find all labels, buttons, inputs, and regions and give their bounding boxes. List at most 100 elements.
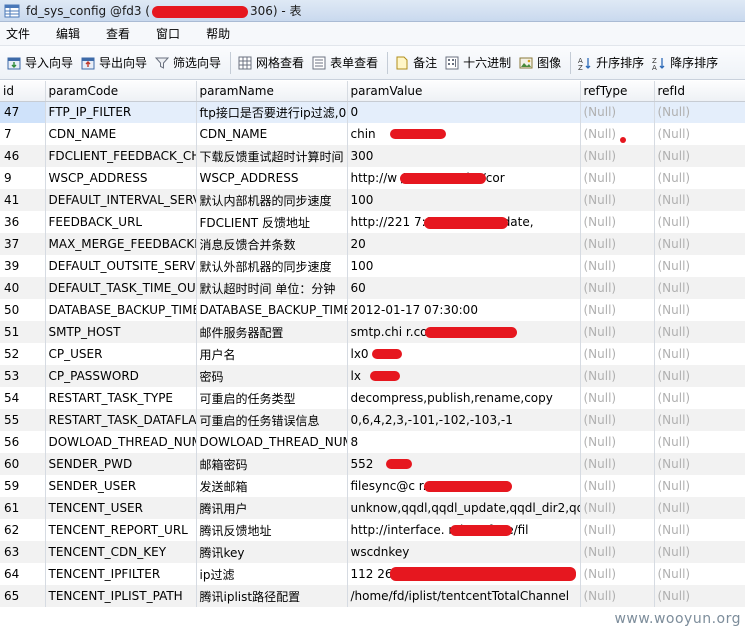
reftype-cell[interactable]: (Null) — [580, 365, 655, 387]
reftype-cell[interactable]: (Null) — [580, 299, 655, 321]
column-header-paramcode[interactable]: paramCode — [45, 81, 197, 102]
id-cell[interactable]: 36 — [0, 211, 46, 233]
paramvalue-cell[interactable]: http://interface. n/interface/fil — [347, 519, 581, 541]
reftype-cell[interactable]: (Null) — [580, 475, 655, 497]
table-row[interactable]: 55 RESTART_TASK_DATAFLAC 可重启的任务错误信息 0,6,4,2… — [0, 409, 745, 431]
paramname-cell[interactable]: 用户名 — [196, 343, 348, 365]
paramname-cell[interactable]: DATABASE_BACKUP_TIME — [196, 299, 348, 321]
id-cell[interactable]: 40 — [0, 277, 46, 299]
paramname-cell[interactable]: 消息反馈合并条数 — [196, 233, 348, 255]
id-cell[interactable]: 54 — [0, 387, 46, 409]
table-row[interactable]: 64 TENCENT_IPFILTER ip过滤 112 26 (Null) (Null) — [0, 563, 745, 585]
id-cell[interactable]: 65 — [0, 585, 46, 607]
paramcode-cell[interactable]: CP_USER — [45, 343, 197, 365]
paramcode-cell[interactable]: TENCENT_IPFILTER — [45, 563, 197, 585]
grid-view-button[interactable]: 网格查看 — [235, 50, 309, 76]
refid-cell[interactable]: (Null) — [654, 299, 745, 321]
menu-window[interactable]: 窗口 — [156, 25, 180, 42]
refid-cell[interactable]: (Null) — [654, 585, 745, 607]
paramname-cell[interactable]: FDCLIENT 反馈地址 — [196, 211, 348, 233]
table-row[interactable]: 39 DEFAULT_OUTSITE_SERVI 默认外部机器的同步速度 100 (Nu… — [0, 255, 745, 277]
refid-cell[interactable]: (Null) — [654, 277, 745, 299]
reftype-cell[interactable]: (Null) — [580, 409, 655, 431]
paramvalue-cell[interactable]: filesync@c r.com — [347, 475, 581, 497]
reftype-cell[interactable]: (Null) — [580, 145, 655, 167]
form-view-button[interactable]: 表单查看 — [309, 50, 383, 76]
id-cell[interactable]: 56 — [0, 431, 46, 453]
table-row[interactable]: 52 CP_USER 用户名 lx0 (Null) (Null) — [0, 343, 745, 365]
paramcode-cell[interactable]: DATABASE_BACKUP_TIME — [45, 299, 197, 321]
table-row[interactable]: 41 DEFAULT_INTERVAL_SERV 默认内部机器的同步速度 100 (Nu… — [0, 189, 745, 211]
id-cell[interactable]: 59 — [0, 475, 46, 497]
paramcode-cell[interactable]: MAX_MERGE_FEEDBACKN — [45, 233, 197, 255]
reftype-cell[interactable]: (Null) — [580, 519, 655, 541]
menu-help[interactable]: 帮助 — [206, 25, 230, 42]
paramcode-cell[interactable]: CP_PASSWORD — [45, 365, 197, 387]
menu-view[interactable]: 查看 — [106, 25, 130, 42]
refid-cell[interactable]: (Null) — [654, 255, 745, 277]
paramvalue-cell[interactable]: 100 — [347, 255, 581, 277]
import-wizard-button[interactable]: 导入向导 — [4, 50, 78, 76]
paramname-cell[interactable]: 腾讯用户 — [196, 497, 348, 519]
refid-cell[interactable]: (Null) — [654, 409, 745, 431]
refid-cell[interactable]: (Null) — [654, 233, 745, 255]
paramname-cell[interactable]: 腾讯反馈地址 — [196, 519, 348, 541]
column-header-id[interactable]: id — [0, 81, 46, 102]
refid-cell[interactable]: (Null) — [654, 387, 745, 409]
id-cell[interactable]: 41 — [0, 189, 46, 211]
paramname-cell[interactable]: WSCP_ADDRESS — [196, 167, 348, 189]
paramcode-cell[interactable]: RESTART_TASK_TYPE — [45, 387, 197, 409]
reftype-cell[interactable]: (Null) — [580, 277, 655, 299]
paramvalue-cell[interactable]: wscdnkey — [347, 541, 581, 563]
paramname-cell[interactable]: 可重启的任务错误信息 — [196, 409, 348, 431]
paramvalue-cell[interactable]: http://221 7:9090/HttpUpdate, — [347, 211, 581, 233]
paramcode-cell[interactable]: DEFAULT_TASK_TIME_OU — [45, 277, 197, 299]
paramcode-cell[interactable]: SENDER_USER — [45, 475, 197, 497]
note-button[interactable]: 备注 — [392, 50, 442, 76]
refid-cell[interactable]: (Null) — [654, 145, 745, 167]
table-row[interactable]: 63 TENCENT_CDN_KEY 腾讯key wscdnkey (Null) (Nul… — [0, 541, 745, 563]
paramname-cell[interactable]: 下载反馈重试超时计算时间 — [196, 145, 348, 167]
reftype-cell[interactable]: (Null) — [580, 101, 655, 123]
paramvalue-cell[interactable]: lx — [347, 365, 581, 387]
paramvalue-cell[interactable]: 0 — [347, 101, 581, 123]
table-row[interactable]: 37 MAX_MERGE_FEEDBACKN 消息反馈合并条数 20 (Null) (Nu… — [0, 233, 745, 255]
paramname-cell[interactable]: 可重启的任务类型 — [196, 387, 348, 409]
id-cell[interactable]: 64 — [0, 563, 46, 585]
table-row[interactable]: 59 SENDER_USER 发送邮箱 filesync@c r.com (Null)(… — [0, 475, 745, 497]
paramname-cell[interactable]: CDN_NAME — [196, 123, 348, 145]
table-row[interactable]: 9 WSCP_ADDRESS WSCP_ADDRESS http://w /wsCP/… — [0, 167, 745, 189]
image-button[interactable]: 图像 — [516, 50, 566, 76]
refid-cell[interactable]: (Null) — [654, 563, 745, 585]
id-cell[interactable]: 46 — [0, 145, 46, 167]
id-cell[interactable]: 50 — [0, 299, 46, 321]
refid-cell[interactable]: (Null) — [654, 497, 745, 519]
paramvalue-cell[interactable]: decompress,publish,rename,copy — [347, 387, 581, 409]
paramcode-cell[interactable]: DEFAULT_INTERVAL_SERV — [45, 189, 197, 211]
table-row[interactable]: 65 TENCENT_IPLIST_PATH 腾讯iplist路径配置/home/f… — [0, 585, 745, 607]
id-cell[interactable]: 60 — [0, 453, 46, 475]
id-cell[interactable]: 7 — [0, 123, 46, 145]
hex-button[interactable]: 十六进制 — [442, 50, 516, 76]
paramvalue-cell[interactable]: unknow,qqdl,qqdl_update,qqdl_dir2,qq — [347, 497, 581, 519]
reftype-cell[interactable]: (Null) — [580, 343, 655, 365]
table-row[interactable]: 53 CP_PASSWORD 密码 lx (Null) (Null) — [0, 365, 745, 387]
paramname-cell[interactable]: DOWLOAD_THREAD_NUM — [196, 431, 348, 453]
id-cell[interactable]: 61 — [0, 497, 46, 519]
refid-cell[interactable]: (Null) — [654, 475, 745, 497]
paramvalue-cell[interactable]: http://w /wsCP/servlet/cor — [347, 167, 581, 189]
reftype-cell[interactable]: (Null) — [580, 563, 655, 585]
paramcode-cell[interactable]: DOWLOAD_THREAD_NUM — [45, 431, 197, 453]
refid-cell[interactable]: (Null) — [654, 519, 745, 541]
reftype-cell[interactable]: (Null) — [580, 431, 655, 453]
reftype-cell[interactable]: (Null) — [580, 211, 655, 233]
paramname-cell[interactable]: ftp接口是否要进行ip过滤,0 — [196, 101, 348, 123]
refid-cell[interactable]: (Null) — [654, 123, 745, 145]
id-cell[interactable]: 62 — [0, 519, 46, 541]
reftype-cell[interactable]: (Null) — [580, 387, 655, 409]
reftype-cell[interactable]: (Null) — [580, 585, 655, 607]
reftype-cell[interactable]: (Null) — [580, 123, 655, 145]
id-cell[interactable]: 53 — [0, 365, 46, 387]
paramcode-cell[interactable]: TENCENT_REPORT_URL — [45, 519, 197, 541]
paramcode-cell[interactable]: FEEDBACK_URL — [45, 211, 197, 233]
